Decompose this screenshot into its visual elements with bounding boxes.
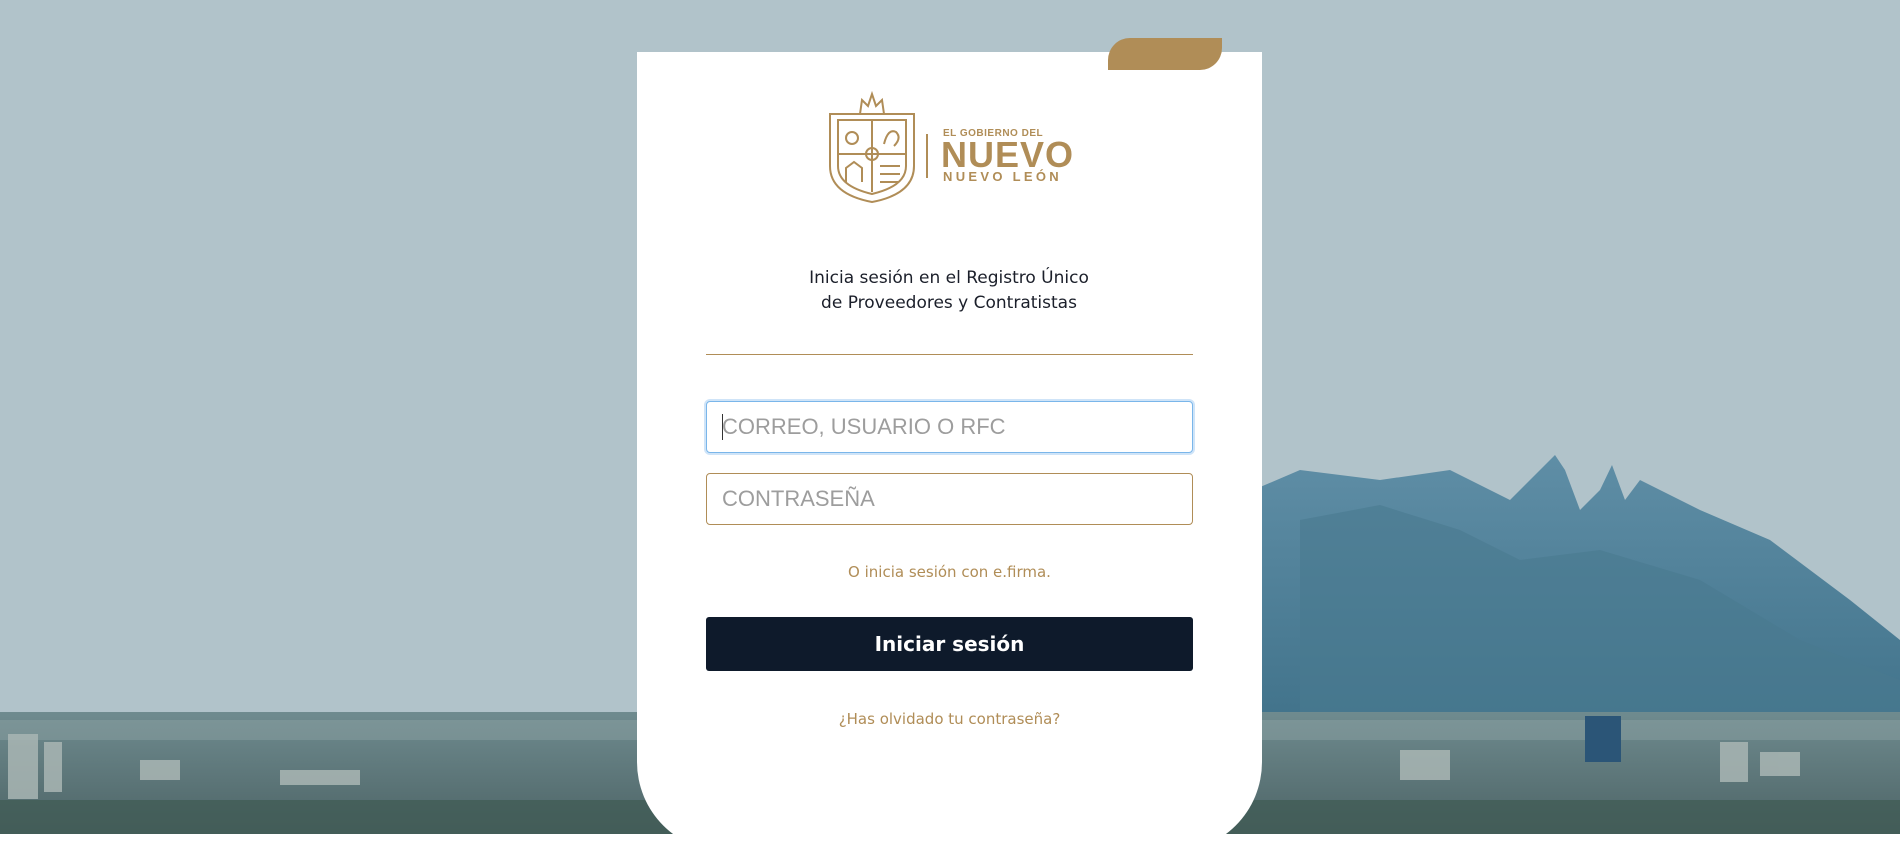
card-corner-tab [1108, 38, 1222, 70]
password-input[interactable] [706, 473, 1193, 525]
heading-line-1: Inicia sesión en el Registro Único [809, 268, 1089, 288]
logo-divider [926, 134, 928, 178]
user-input[interactable] [706, 401, 1193, 453]
logo-sub-text: NUEVO LEÓN [943, 169, 1062, 184]
login-button[interactable]: Iniciar sesión [706, 617, 1193, 671]
heading-divider [706, 354, 1193, 355]
efirma-login-link[interactable]: O inicia sesión con e.firma. [706, 563, 1193, 581]
text-caret [722, 414, 723, 440]
heading-line-2: de Proveedores y Contratistas [821, 293, 1077, 313]
forgot-password-link[interactable]: ¿Has olvidado tu contraseña? [706, 710, 1193, 728]
coat-of-arms-icon [829, 90, 915, 204]
login-heading: Inicia sesión en el Registro Único de Pr… [706, 266, 1192, 316]
